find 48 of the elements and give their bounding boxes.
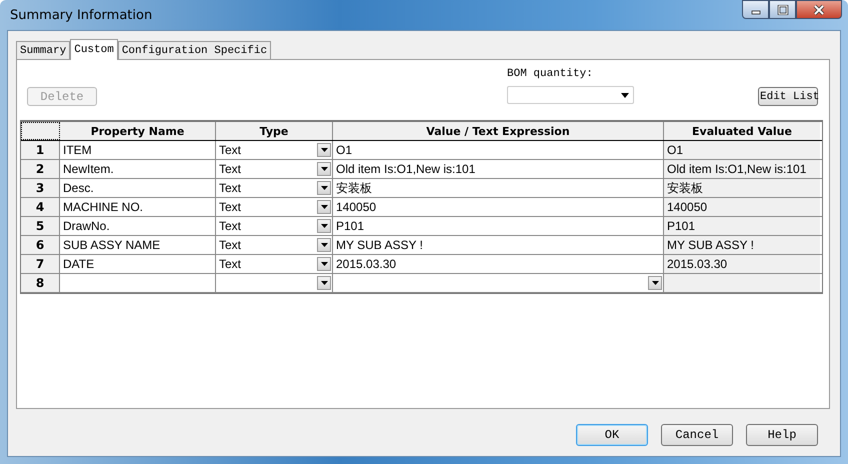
column-header: Property Name (60, 122, 216, 140)
table-cell[interactable]: Desc. (60, 179, 216, 197)
column-header: Type (216, 122, 333, 140)
row-number: 6 (21, 236, 60, 254)
type-cell[interactable]: Text (216, 141, 333, 159)
edit-list-button[interactable]: Edit List (758, 87, 818, 106)
bom-quantity-label: BOM quantity: (507, 68, 594, 80)
tab[interactable]: Configuration Specific (118, 41, 272, 59)
column-header: Evaluated Value (664, 122, 820, 140)
maximize-icon (776, 4, 788, 14)
table-cell: O1 (664, 141, 820, 159)
table-cell: 安装板 (664, 179, 820, 197)
window-title: Summary Information (10, 8, 152, 22)
table-cell[interactable]: NewItem. (60, 160, 216, 178)
type-cell[interactable]: Text (216, 179, 333, 197)
table-cell[interactable]: ITEM (60, 141, 216, 159)
dialog-button[interactable]: OK (576, 424, 648, 446)
close-icon (812, 4, 826, 16)
minimize-button[interactable] (742, 0, 769, 19)
column-header: Value / Text Expression (333, 122, 664, 140)
caret-icon (621, 92, 629, 98)
row-number: 7 (21, 255, 60, 273)
dialog-button[interactable]: Help (746, 424, 818, 446)
table-cell: 2015.03.30 (664, 255, 820, 273)
row-number: 8 (21, 274, 60, 292)
type-cell[interactable]: Text (216, 236, 333, 254)
table-cell[interactable]: MACHINE NO. (60, 198, 216, 216)
table-cell: P101 (664, 217, 820, 235)
row-number: 1 (21, 141, 60, 159)
dialog-button[interactable]: Cancel (661, 424, 733, 446)
maximize-button[interactable] (769, 0, 796, 19)
tab[interactable]: Custom (70, 39, 118, 60)
table-cell: MY SUB ASSY ! (664, 236, 820, 254)
table-cell[interactable]: SUB ASSY NAME (60, 236, 216, 254)
row-number: 2 (21, 160, 60, 178)
close-button[interactable] (796, 0, 842, 19)
type-cell[interactable]: Text (216, 160, 333, 178)
row-number: 5 (21, 217, 60, 235)
table-cell: 140050 (664, 198, 820, 216)
type-cell[interactable]: Text (216, 198, 333, 216)
row-number: 4 (21, 198, 60, 216)
table-cell[interactable]: DrawNo. (60, 217, 216, 235)
type-cell[interactable]: Text (216, 255, 333, 273)
row-number: 3 (21, 179, 60, 197)
type-cell[interactable]: Text (216, 217, 333, 235)
tab[interactable]: Summary (16, 41, 70, 59)
table-cell[interactable]: DATE (60, 255, 216, 273)
table-cell: Old item Is:O1,New is:101 (664, 160, 820, 178)
